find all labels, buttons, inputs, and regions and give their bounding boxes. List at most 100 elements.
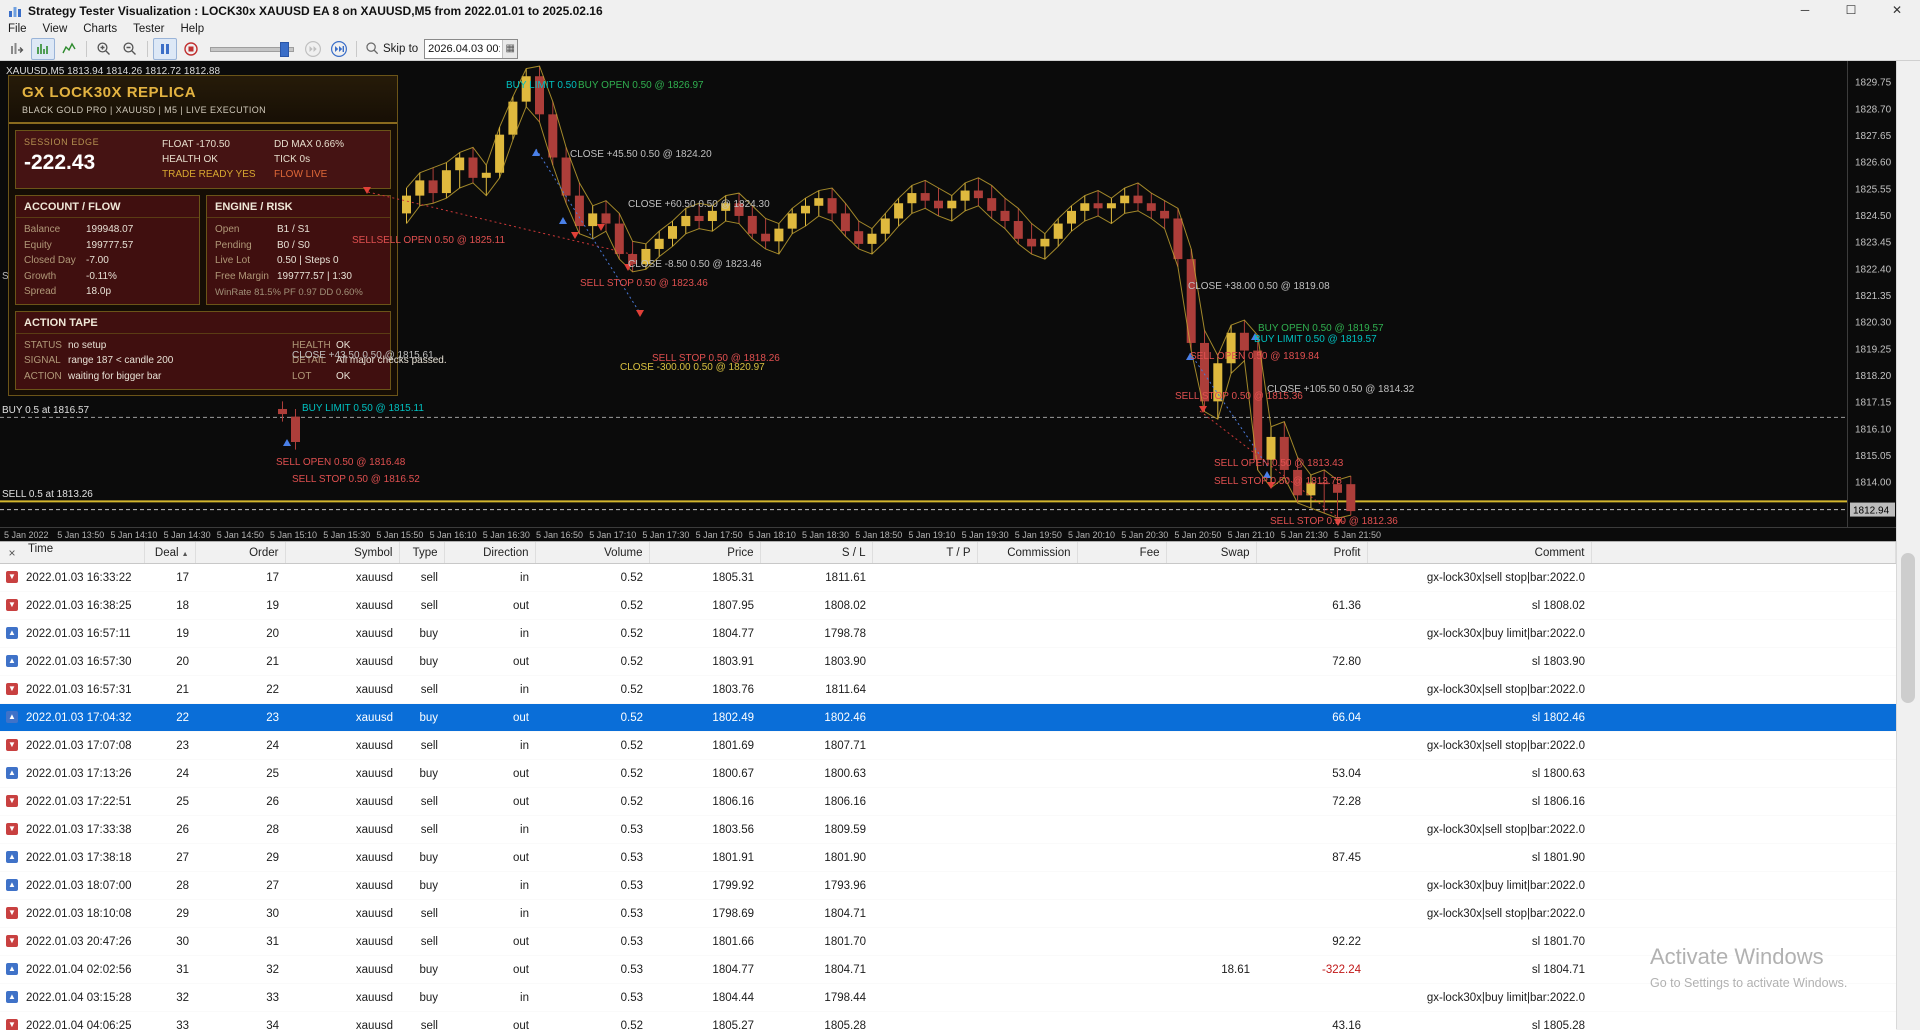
zoom-out-button[interactable] <box>118 38 142 60</box>
line-chart-button[interactable] <box>57 38 81 60</box>
scrollbar-thumb[interactable] <box>1901 553 1915 703</box>
sell-deal-icon: ▼ <box>6 599 18 611</box>
vertical-scrollbar[interactable] <box>1896 61 1920 1029</box>
engine-footer: WinRate 81.5% PF 0.97 DD 0.60% <box>207 284 390 298</box>
column-header-volume[interactable]: Volume <box>535 542 649 564</box>
deal-row[interactable]: ▲2022.01.04 02:02:563132xauusdbuyout0.53… <box>0 956 1896 984</box>
deal-row[interactable]: ▲2022.01.03 17:13:262425xauusdbuyout0.52… <box>0 760 1896 788</box>
cell-sl: 1798.44 <box>760 984 872 1012</box>
column-header-type[interactable]: Type <box>399 542 444 564</box>
cell-type: buy <box>399 956 444 984</box>
cell-tp <box>872 592 977 620</box>
cell-symbol: xauusd <box>285 816 399 844</box>
engine-risk-title: ENGINE / RISK <box>207 196 390 218</box>
svg-text:SELL 0.5 at 1813.26: SELL 0.5 at 1813.26 <box>2 489 93 500</box>
column-header-commission[interactable]: Commission <box>977 542 1077 564</box>
column-header-comment[interactable]: Comment <box>1367 542 1591 564</box>
skip-to-datebox[interactable]: ▦ <box>424 39 518 59</box>
stop-icon <box>183 41 199 57</box>
zoom-in-button[interactable] <box>92 38 116 60</box>
svg-text:1816.10: 1816.10 <box>1855 424 1892 435</box>
column-header-tp[interactable]: T / P <box>872 542 977 564</box>
minimize-icon[interactable]: ─ <box>1782 0 1828 21</box>
menu-charts[interactable]: Charts <box>75 22 125 36</box>
skip-to-date-input[interactable] <box>425 42 502 56</box>
cell-volume: 0.53 <box>535 928 649 956</box>
cell-price: 1803.56 <box>649 816 760 844</box>
cell-fee <box>1077 844 1166 872</box>
column-header-swap[interactable]: Swap <box>1166 542 1256 564</box>
cell-swap <box>1166 900 1256 928</box>
svg-text:5 Jan 16:30: 5 Jan 16:30 <box>483 530 530 540</box>
deal-row[interactable]: ▲2022.01.03 16:57:302021xauusdbuyout0.52… <box>0 648 1896 676</box>
cell-swap: 18.61 <box>1166 956 1256 984</box>
slider-handle[interactable] <box>280 42 289 57</box>
cell-price: 1803.76 <box>649 676 760 704</box>
column-header-deal[interactable]: Deal▲ <box>144 542 195 564</box>
cell-commission <box>977 760 1077 788</box>
sell-deal-icon: ▼ <box>6 571 18 583</box>
panel-row: STATUSno setup <box>16 338 284 354</box>
menu-view[interactable]: View <box>35 22 76 36</box>
buy-deal-icon: ▲ <box>6 963 18 975</box>
skip-button-disabled[interactable] <box>301 38 325 60</box>
close-panel-icon[interactable]: × <box>6 543 18 563</box>
skip-to-end-button[interactable] <box>327 38 351 60</box>
column-header-sl[interactable]: S / L <box>760 542 872 564</box>
svg-text:1824.50: 1824.50 <box>1855 211 1892 222</box>
deal-row[interactable]: ▼2022.01.03 20:47:263031xauusdsellout0.5… <box>0 928 1896 956</box>
column-header-direction[interactable]: Direction <box>444 542 535 564</box>
deal-row[interactable]: ▼2022.01.03 17:07:082324xauusdsellin0.52… <box>0 732 1896 760</box>
deal-row[interactable]: ▲2022.01.04 03:15:283233xauusdbuyin0.531… <box>0 984 1896 1012</box>
pause-button[interactable] <box>153 38 177 60</box>
stop-button[interactable] <box>179 38 203 60</box>
deal-row[interactable]: ▼2022.01.04 04:06:253334xauusdsellout0.5… <box>0 1012 1896 1030</box>
column-header-price[interactable]: Price <box>649 542 760 564</box>
menu-file[interactable]: File <box>0 22 35 36</box>
column-header-symbol[interactable]: Symbol <box>285 542 399 564</box>
cell-commission <box>977 872 1077 900</box>
deal-row[interactable]: ▲2022.01.03 17:38:182729xauusdbuyout0.53… <box>0 844 1896 872</box>
deal-row[interactable]: ▼2022.01.03 17:22:512526xauusdsellout0.5… <box>0 788 1896 816</box>
cell-commission <box>977 592 1077 620</box>
account-flow-title: ACCOUNT / FLOW <box>16 196 199 218</box>
cell-sl: 1811.61 <box>760 564 872 592</box>
chart-area[interactable]: XAUUSD,M5 1813.94 1814.26 1812.72 1812.8… <box>0 61 1896 541</box>
deal-row[interactable]: ▼2022.01.03 16:38:251819xauusdsellout0.5… <box>0 592 1896 620</box>
cell-fee <box>1077 676 1166 704</box>
deal-row[interactable]: ▲2022.01.03 18:07:002827xauusdbuyin0.531… <box>0 872 1896 900</box>
menu-tester[interactable]: Tester <box>125 22 172 36</box>
column-header-order[interactable]: Order <box>195 542 285 564</box>
deal-row[interactable]: ▲2022.01.03 17:04:322223xauusdbuyout0.52… <box>0 704 1896 732</box>
deal-row[interactable]: ▼2022.01.03 16:57:312122xauusdsellin0.52… <box>0 676 1896 704</box>
column-header-fee[interactable]: Fee <box>1077 542 1166 564</box>
deal-row[interactable]: ▼2022.01.03 18:10:082930xauusdsellin0.53… <box>0 900 1896 928</box>
svg-text:5 Jan 16:50: 5 Jan 16:50 <box>536 530 583 540</box>
column-header-time[interactable]: ×Time <box>0 542 144 564</box>
panel-row: Live Lot0.50 | Steps 0 <box>207 253 390 269</box>
menu-help[interactable]: Help <box>172 22 212 36</box>
cell-symbol: xauusd <box>285 760 399 788</box>
maximize-icon[interactable]: ☐ <box>1828 0 1874 21</box>
cell-swap <box>1166 872 1256 900</box>
deals-table[interactable]: ×TimeDeal▲OrderSymbolTypeDirectionVolume… <box>0 542 1896 1030</box>
cell-type: buy <box>399 704 444 732</box>
cell-swap <box>1166 760 1256 788</box>
deal-row[interactable]: ▼2022.01.03 17:33:382628xauusdsellin0.53… <box>0 816 1896 844</box>
chart-shift-button[interactable] <box>5 38 29 60</box>
close-icon[interactable]: ✕ <box>1874 0 1920 21</box>
column-header-profit[interactable]: Profit <box>1256 542 1367 564</box>
cell-symbol: xauusd <box>285 648 399 676</box>
cell-sl: 1811.64 <box>760 676 872 704</box>
bar-chart-button[interactable] <box>31 38 55 60</box>
speed-slider[interactable] <box>210 39 294 59</box>
deal-row[interactable]: ▲2022.01.03 16:57:111920xauusdbuyin0.521… <box>0 620 1896 648</box>
svg-text:1815.05: 1815.05 <box>1855 451 1892 462</box>
deal-row[interactable]: ▼2022.01.03 16:33:221717xauusdsellin0.52… <box>0 564 1896 592</box>
cell-type: sell <box>399 676 444 704</box>
date-picker-icon[interactable]: ▦ <box>502 40 517 58</box>
svg-text:5 Jan 21:50: 5 Jan 21:50 <box>1334 530 1381 540</box>
svg-text:5 Jan 17:30: 5 Jan 17:30 <box>642 530 689 540</box>
cell-time: ▼2022.01.03 17:07:08 <box>0 732 144 760</box>
cell-type: buy <box>399 648 444 676</box>
